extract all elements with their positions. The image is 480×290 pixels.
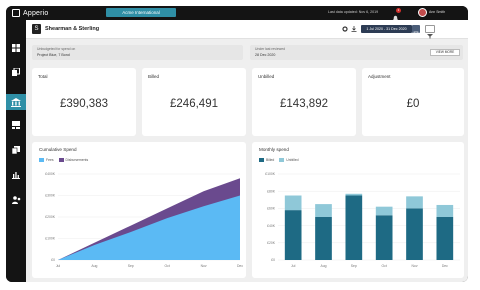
x-tick-label: Aug (91, 264, 97, 268)
bar-unbilled-oct (375, 206, 393, 216)
app-window: Apperio Acme International Last data upd… (6, 6, 468, 282)
bar-unbilled-aug (315, 204, 332, 217)
bar-billed-dec (436, 217, 454, 260)
bar-chart-icon (12, 172, 20, 179)
stat-card-billed: Billed £246,491 (142, 68, 246, 136)
x-tick-label: Nov (411, 264, 417, 268)
project-info-box: Unbudgeted for spend on Project Blue, 7 … (32, 45, 243, 60)
stat-value: £143,892 (280, 98, 328, 110)
x-tick-label: Dec (442, 264, 448, 268)
y-tick-label: £80K (267, 189, 276, 193)
notifications-button[interactable]: 1 (392, 8, 401, 21)
bar-billed-aug (315, 217, 332, 260)
sidebar-item-invoices[interactable] (6, 117, 26, 133)
documents-icon (12, 68, 20, 76)
monthly-spend-chart: £0 £20K £40K £60K £80K £100K Jul Aug Sep Oct Nov De… (265, 172, 460, 268)
y-tick-label: £40K (267, 224, 276, 228)
dashboard-icon (12, 44, 20, 52)
settings-icon[interactable] (342, 26, 348, 32)
y-tick-label: £60K (267, 207, 276, 211)
organization-button[interactable]: Acme International (106, 8, 176, 17)
y-tick-label: £400K (45, 172, 56, 176)
copy-icon (12, 146, 20, 154)
last-updated-text: Last data updated: Nov 6, 2019 (328, 10, 379, 14)
y-tick-label: £100K (45, 237, 56, 241)
review-info-box: Under last reviewed 28 Dec 2020 VIEW MOR… (250, 45, 463, 60)
stat-card-adjustment: Adjustment £0 (362, 68, 464, 136)
y-tick-label: £200K (45, 215, 56, 219)
project-info-value: Project Blue, 7 Bond (37, 53, 70, 57)
sidebar-item-documents[interactable] (6, 64, 26, 80)
filter-icon (427, 34, 433, 39)
monthly-spend-card: Monthly spend Billed Unbilled £0 £20K £40K… (252, 142, 464, 278)
brand[interactable]: Apperio (12, 9, 49, 17)
x-tick-label: Sep (351, 264, 357, 268)
area-series-fees (58, 195, 240, 260)
x-tick-label: Oct (165, 264, 170, 268)
stat-label: Total (38, 74, 48, 79)
x-tick-label: Oct (382, 264, 387, 268)
brand-name: Apperio (23, 9, 49, 17)
stat-label: Adjustment (368, 74, 391, 79)
user-name[interactable]: Ann Smith (429, 10, 445, 14)
sidebar-item-dashboard[interactable] (6, 40, 26, 56)
bar-unbilled-jul (284, 195, 302, 211)
stat-label: Billed (148, 74, 160, 79)
user-avatar[interactable] (418, 8, 427, 17)
apperio-logo-icon (12, 9, 20, 17)
review-info-label: Under last reviewed (255, 47, 285, 51)
bar-billed-sep (345, 195, 363, 260)
sidebar-item-people[interactable] (6, 192, 26, 208)
view-more-button[interactable]: VIEW MORE (430, 49, 460, 56)
download-icon[interactable] (351, 26, 357, 32)
bar-billed-nov (406, 208, 423, 260)
y-tick-label: £20K (267, 241, 276, 245)
bank-icon (11, 97, 21, 107)
x-tick-label: Dec (237, 264, 243, 268)
x-tick-label: Nov (201, 264, 207, 268)
y-tick-label: £0 (271, 258, 275, 262)
cumulative-spend-card: Cumulative Spend Fees Disbursements £0 £1… (32, 142, 246, 278)
client-logo: S (32, 24, 41, 34)
bar-unbilled-nov (406, 196, 423, 209)
x-tick-label: Jul (56, 264, 61, 268)
bar-unbilled-dec (436, 204, 454, 217)
bar-billed-oct (375, 215, 393, 260)
sidebar-item-reports[interactable] (6, 167, 26, 183)
main-content: S Shearman & Sterling 1 Jul 2020 - 31 De… (26, 20, 468, 282)
client-header: S Shearman & Sterling 1 Jul 2020 - 31 De… (26, 20, 468, 39)
client-name: Shearman & Sterling (45, 26, 100, 32)
x-tick-label: Aug (320, 264, 326, 268)
stat-value: £246,491 (170, 98, 218, 110)
sidebar (6, 20, 26, 282)
people-icon (11, 196, 20, 204)
stat-label: Unbilled (258, 74, 275, 79)
y-tick-label: £300K (45, 194, 56, 198)
bar-unbilled-sep (345, 193, 363, 196)
x-tick-label: Jul (291, 264, 296, 268)
review-info-value: 28 Dec 2020 (255, 53, 276, 57)
y-tick-label: £0 (51, 258, 55, 262)
top-bar: Apperio Acme International Last data upd… (6, 6, 468, 21)
bar-billed-jul (284, 210, 302, 260)
stat-card-unbilled: Unbilled £143,892 (252, 68, 356, 136)
invoices-icon (12, 121, 20, 129)
notification-badge: 1 (396, 8, 401, 13)
calendar-icon (413, 31, 419, 37)
filter-button[interactable] (425, 25, 435, 39)
stat-value: £0 (406, 98, 420, 110)
cumulative-spend-chart: £0 £100K £200K £300K £400K Jul Aug Sep Oct Nov Dec (45, 172, 243, 268)
date-range-picker[interactable]: 1 Jul 2020 - 31 Dec 2020 (361, 25, 412, 33)
stat-card-total: Total £390,383 (32, 68, 136, 136)
sidebar-item-bank[interactable] (6, 94, 26, 110)
project-info-label: Unbudgeted for spend on (37, 47, 76, 51)
calendar-button[interactable] (412, 25, 420, 37)
sidebar-item-copy[interactable] (6, 142, 26, 158)
stat-value: £390,383 (60, 98, 108, 110)
x-tick-label: Sep (128, 264, 134, 268)
y-tick-label: £100K (265, 172, 276, 176)
